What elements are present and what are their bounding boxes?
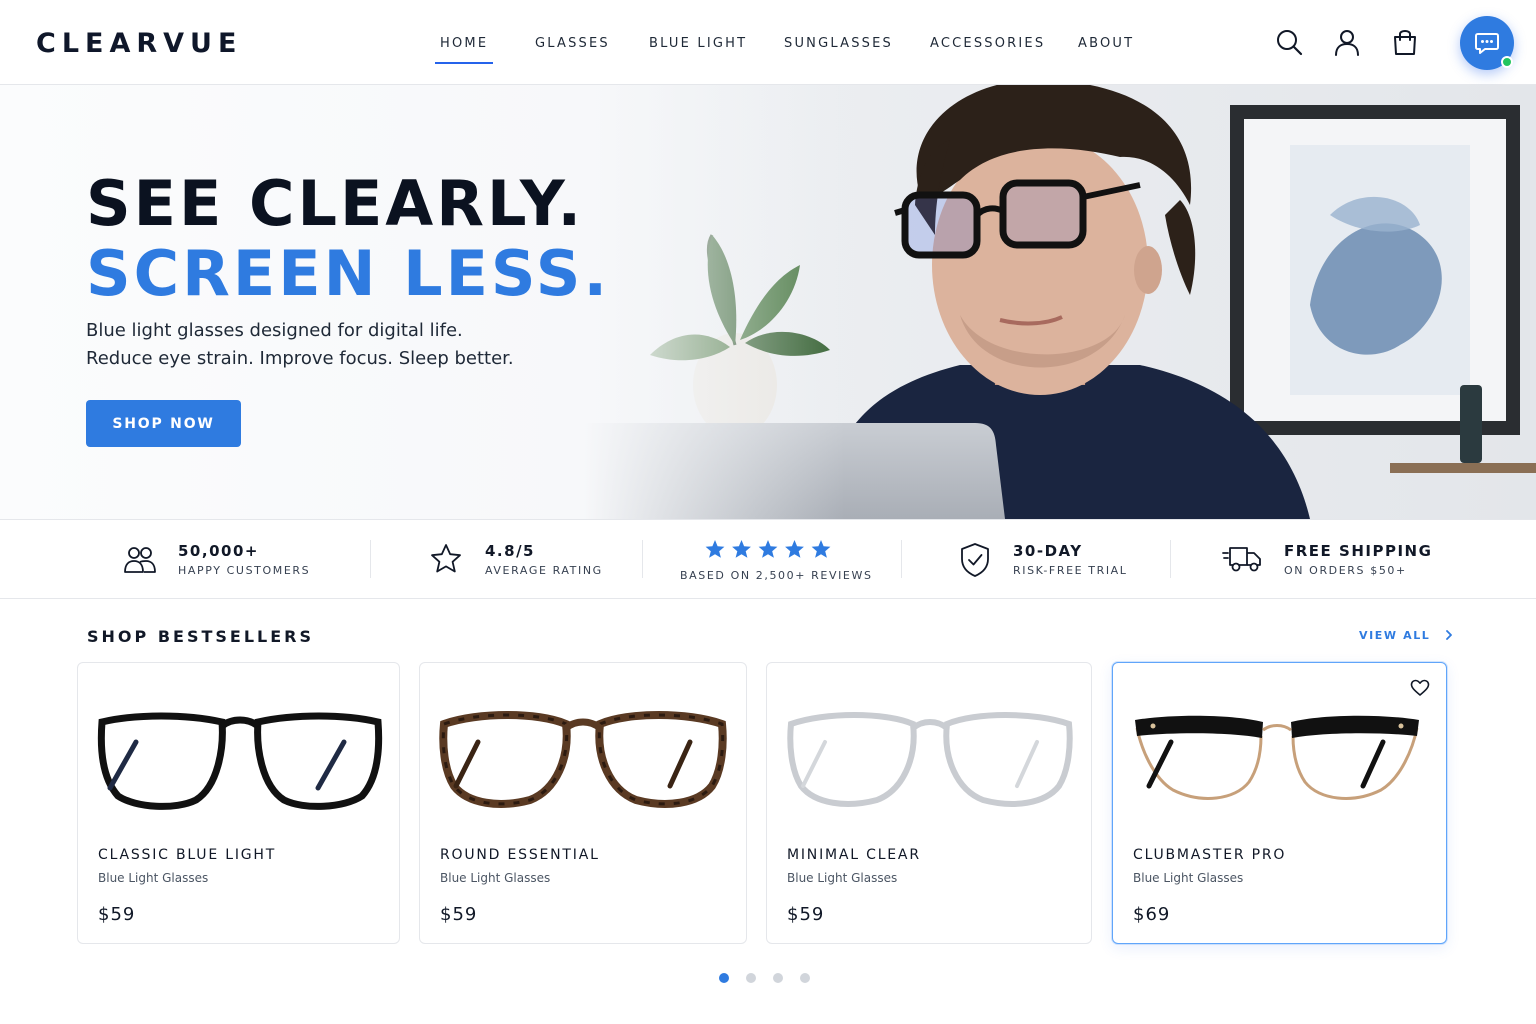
hero-subtitle-line-1: Blue light glasses designed for digital …: [86, 320, 463, 341]
nav-accessories[interactable]: ACCESSORIES: [930, 36, 1045, 51]
stats-divider: [370, 540, 371, 578]
nav-blue-light[interactable]: BLUE LIGHT: [649, 36, 747, 51]
stat-trial-value: 30-DAY: [1013, 542, 1083, 560]
product-price: $59: [98, 904, 136, 925]
product-image-round-essential: [439, 711, 727, 808]
shield-check-icon: [961, 543, 989, 577]
stat-shipping-value: FREE SHIPPING: [1284, 542, 1433, 560]
nav-sunglasses[interactable]: SUNGLASSES: [784, 36, 893, 51]
stat-reviews-label: BASED ON 2,500+ REVIEWS: [680, 569, 873, 582]
view-all-label: VIEW ALL: [1359, 629, 1431, 642]
stat-rating-value: 4.8/5: [485, 542, 535, 560]
nav-home[interactable]: HOME: [434, 36, 494, 64]
carousel-dot-1[interactable]: [719, 973, 729, 983]
chevron-right-icon: [1445, 630, 1452, 640]
five-stars-icon: [705, 540, 831, 558]
hero-title: SEE CLEARLY. SCREEN LESS.: [86, 169, 610, 309]
product-image-classic-blue-light: [97, 712, 383, 810]
shop-now-button[interactable]: SHOP NOW: [86, 400, 241, 447]
stat-customers-label: HAPPY CUSTOMERS: [178, 564, 311, 577]
star-outline-icon: [431, 544, 461, 573]
product-card[interactable]: MINIMAL CLEAR Blue Light Glasses $59: [766, 662, 1092, 944]
hero-title-line-2: SCREEN LESS.: [86, 237, 611, 310]
stat-rating-label: AVERAGE RATING: [485, 564, 603, 577]
stats-divider: [901, 540, 902, 578]
user-icon[interactable]: [1333, 28, 1361, 56]
nav-about[interactable]: ABOUT: [1078, 36, 1134, 51]
product-name: CLASSIC BLUE LIGHT: [98, 847, 277, 863]
chat-icon: [1475, 33, 1499, 54]
carousel-dot-3[interactable]: [773, 973, 783, 983]
hero-subtitle-line-2: Reduce eye strain. Improve focus. Sleep …: [86, 348, 514, 369]
hero-title-line-1: SEE CLEARLY.: [86, 167, 585, 240]
product-price: $59: [440, 904, 478, 925]
product-name: ROUND ESSENTIAL: [440, 847, 600, 863]
product-card[interactable]: CLUBMASTER PRO Blue Light Glasses $69: [1112, 662, 1447, 944]
bestsellers-title: SHOP BESTSELLERS: [87, 627, 314, 646]
product-category: Blue Light Glasses: [98, 871, 209, 885]
carousel-dot-2[interactable]: [746, 973, 756, 983]
hero-banner: SEE CLEARLY. SCREEN LESS. Blue light gla…: [0, 85, 1536, 519]
stats-divider: [1170, 540, 1171, 578]
product-name: MINIMAL CLEAR: [787, 847, 921, 863]
brand-logo[interactable]: CLEARVUE: [36, 28, 242, 59]
trust-stats-bar: 50,000+ HAPPY CUSTOMERS 4.8/5 AVERAGE RA…: [0, 519, 1536, 599]
chat-button[interactable]: [1460, 16, 1514, 70]
users-icon: [124, 547, 156, 573]
product-card[interactable]: CLASSIC BLUE LIGHT Blue Light Glasses $5…: [77, 662, 400, 944]
nav-glasses[interactable]: GLASSES: [535, 36, 610, 51]
view-all-link[interactable]: VIEW ALL: [1359, 629, 1454, 642]
product-category: Blue Light Glasses: [1133, 871, 1244, 885]
product-category: Blue Light Glasses: [787, 871, 898, 885]
stats-divider: [642, 540, 643, 578]
shopping-bag-icon[interactable]: [1391, 28, 1419, 56]
product-price: $59: [787, 904, 825, 925]
product-image-minimal-clear: [787, 712, 1073, 807]
hero-subtitle: Blue light glasses designed for digital …: [86, 317, 514, 373]
truck-icon: [1222, 547, 1261, 572]
stat-customers-value: 50,000+: [178, 542, 259, 560]
stat-trial-label: RISK-FREE TRIAL: [1013, 564, 1128, 577]
product-name: CLUBMASTER PRO: [1133, 847, 1287, 863]
stat-shipping-label: ON ORDERS $50+: [1284, 564, 1407, 577]
site-header: CLEARVUE HOME GLASSES BLUE LIGHT SUNGLAS…: [0, 0, 1536, 85]
online-status-dot: [1501, 56, 1513, 68]
product-image-clubmaster-pro: [1135, 715, 1419, 800]
product-price: $69: [1133, 904, 1171, 925]
product-category: Blue Light Glasses: [440, 871, 551, 885]
carousel-dot-4[interactable]: [800, 973, 810, 983]
search-icon[interactable]: [1275, 28, 1303, 56]
product-card[interactable]: ROUND ESSENTIAL Blue Light Glasses $59: [419, 662, 747, 944]
heart-icon[interactable]: [1410, 679, 1430, 697]
